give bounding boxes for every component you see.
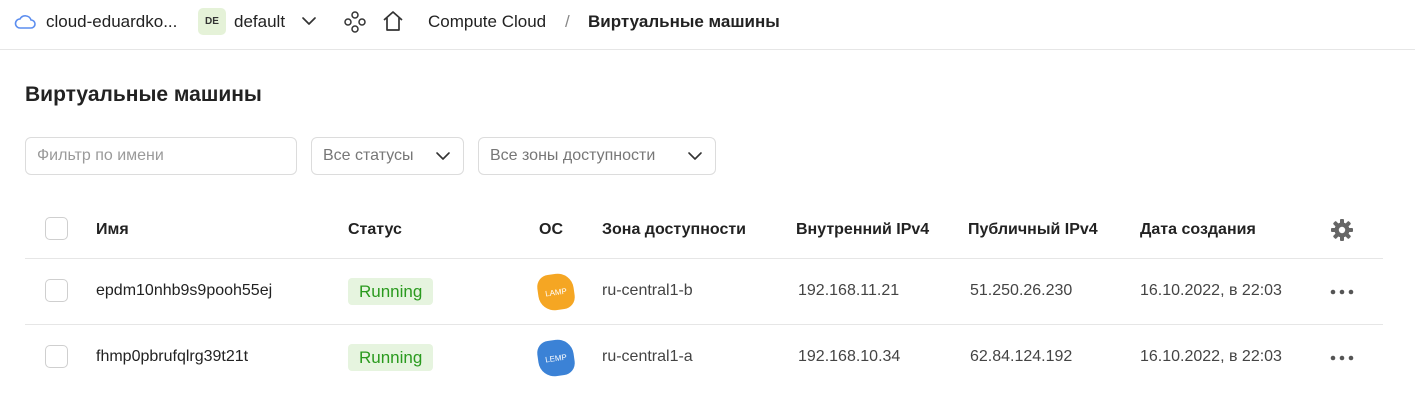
row-checkbox[interactable]	[45, 345, 68, 368]
cloud-name[interactable]: cloud-eduardko...	[46, 12, 177, 32]
row-divider	[25, 324, 1383, 325]
status-badge: Running	[348, 278, 434, 305]
home-icon[interactable]	[381, 9, 405, 33]
row-checkbox[interactable]	[45, 279, 68, 302]
zone-filter-value: Все зоны доступности	[490, 147, 656, 164]
services-icon[interactable]	[343, 10, 367, 34]
vm-internal-ip: 192.168.11.21	[798, 282, 900, 299]
column-header-zone[interactable]: Зона доступности	[602, 221, 746, 239]
status-filter-select[interactable]: Все статусы	[311, 137, 464, 175]
status-filter-value: Все статусы	[323, 147, 414, 164]
select-all-checkbox[interactable]	[45, 217, 68, 240]
breadcrumb-service[interactable]: Compute Cloud	[428, 12, 546, 32]
vm-name[interactable]: fhmp0pbrufqlrg39t21t	[96, 348, 248, 366]
zone-filter-select[interactable]: Все зоны доступности	[478, 137, 716, 175]
column-header-created[interactable]: Дата создания	[1140, 221, 1256, 239]
vm-name[interactable]: epdm10nhb9s9pooh55ej	[96, 282, 272, 300]
folder-name[interactable]: default	[234, 12, 285, 32]
table-header-divider	[25, 258, 1383, 259]
chevron-down-icon	[436, 152, 450, 160]
cloud-icon[interactable]	[14, 13, 36, 31]
name-filter-input[interactable]: Фильтр по имени	[25, 137, 297, 175]
chevron-down-icon	[688, 152, 702, 160]
folder-badge[interactable]: DE	[198, 8, 226, 35]
more-horizontal-icon[interactable]	[1330, 353, 1354, 363]
vm-zone: ru-central1-a	[602, 348, 693, 365]
name-filter-placeholder: Фильтр по имени	[37, 147, 164, 164]
column-header-os[interactable]: ОС	[539, 221, 563, 239]
vm-created: 16.10.2022, в 22:03	[1140, 348, 1282, 365]
top-bar: cloud-eduardko... DE default Compute Clo…	[0, 0, 1415, 50]
os-lemp-icon: LEMP	[535, 337, 577, 379]
more-horizontal-icon[interactable]	[1330, 287, 1354, 297]
gear-icon[interactable]	[1330, 218, 1354, 242]
column-header-name[interactable]: Имя	[96, 221, 129, 239]
column-header-internal-ip[interactable]: Внутренний IPv4	[796, 221, 929, 239]
vm-public-ip: 51.250.26.230	[970, 282, 1073, 299]
column-header-public-ip[interactable]: Публичный IPv4	[968, 221, 1098, 239]
page-title: Виртуальные машины	[25, 83, 262, 106]
chevron-down-icon[interactable]	[300, 14, 318, 28]
vm-public-ip: 62.84.124.192	[970, 348, 1073, 365]
vm-created: 16.10.2022, в 22:03	[1140, 282, 1282, 299]
breadcrumb-separator: /	[565, 12, 570, 31]
breadcrumb-current: Виртуальные машины	[588, 12, 780, 31]
vm-zone: ru-central1-b	[602, 282, 693, 299]
vm-internal-ip: 192.168.10.34	[798, 348, 901, 365]
os-lamp-icon: LAMP	[535, 271, 577, 313]
status-badge: Running	[348, 344, 434, 371]
column-header-status[interactable]: Статус	[348, 221, 402, 239]
